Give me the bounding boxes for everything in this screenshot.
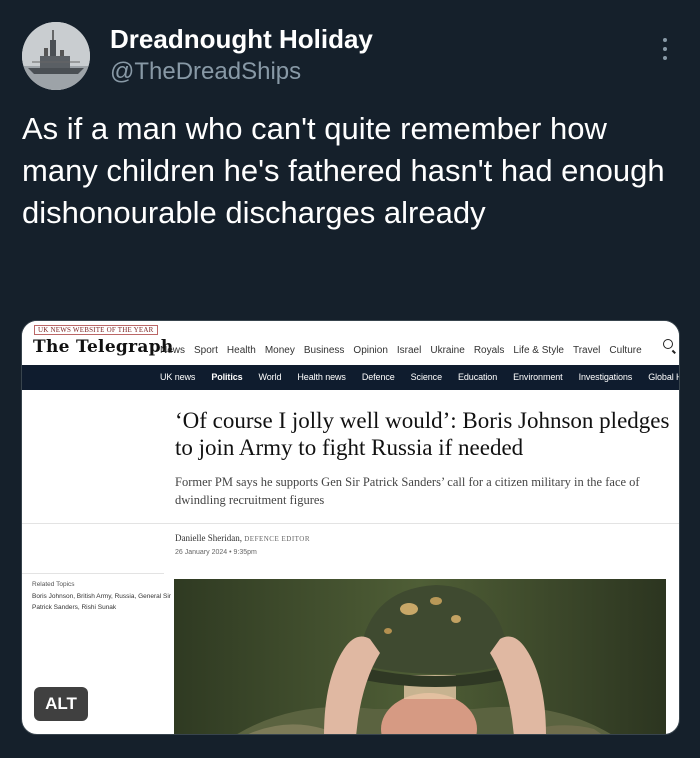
tweet-header: Dreadnought Holiday @TheDreadShips: [22, 20, 678, 92]
top-nav-item: Money: [264, 345, 295, 356]
tweet-text: As if a man who can't quite remember how…: [22, 111, 665, 230]
related-topics-title: Related Topics: [32, 581, 75, 588]
telegraph-masthead: The Telegraph: [33, 337, 174, 357]
top-nav-item: Culture: [609, 345, 642, 356]
sub-nav-item: Global Health Sec: [648, 372, 679, 382]
top-nav-item: Opinion: [353, 345, 388, 356]
top-nav-item: Business: [303, 345, 345, 356]
telegraph-top-nav: News Sport Health Money Business Opinion…: [160, 345, 642, 356]
telegraph-header: UK NEWS WEBSITE OF THE YEAR The Telegrap…: [22, 321, 679, 365]
sub-nav-item: World: [258, 372, 282, 382]
article-headline: ‘Of course I jolly well would’: Boris Jo…: [175, 408, 670, 460]
search-icon: [663, 339, 673, 349]
author-role: Defence Editor: [244, 535, 311, 543]
divider: [22, 573, 164, 574]
top-nav-item: Sport: [194, 345, 218, 356]
article-date: 26 January 2024 • 9:35pm: [175, 549, 257, 556]
soldier-helmet-photo: [174, 579, 666, 734]
top-nav-item: Ukraine: [430, 345, 465, 356]
related-topics-list: Boris Johnson, British Army, Russia, Gen…: [32, 593, 171, 611]
sub-nav-item: Defence: [361, 372, 395, 382]
divider: [22, 523, 679, 524]
related-topics: Related Topics Boris Johnson, British Ar…: [32, 579, 172, 613]
attached-image-card[interactable]: UK NEWS WEBSITE OF THE YEAR The Telegrap…: [21, 320, 680, 735]
user-handle[interactable]: @TheDreadShips: [110, 58, 301, 86]
sub-nav-item: UK news: [160, 372, 196, 382]
top-nav-item: Life & Style: [513, 345, 564, 356]
display-name[interactable]: Dreadnought Holiday: [110, 24, 373, 55]
article-author: Danielle Sheridan, Defence Editor: [175, 533, 310, 543]
sub-nav-item-active: Politics: [211, 372, 243, 382]
top-nav-item: Health: [226, 345, 256, 356]
sub-nav-item: Environment: [513, 372, 563, 382]
avatar[interactable]: [22, 22, 90, 90]
top-nav-item: News: [160, 345, 186, 356]
top-nav-item: Israel: [396, 345, 422, 356]
telegraph-sub-nav: UK news Politics World Health news Defen…: [22, 365, 679, 390]
award-banner: UK NEWS WEBSITE OF THE YEAR: [34, 325, 158, 335]
author-name: Danielle Sheridan,: [175, 533, 242, 543]
alt-text-badge[interactable]: ALT: [34, 687, 88, 721]
sub-nav-item: Investigations: [578, 372, 633, 382]
article-standfirst: Former PM says he supports Gen Sir Patri…: [175, 475, 640, 507]
top-nav-item: Royals: [473, 345, 505, 356]
battleship-avatar-image: [22, 22, 90, 90]
sub-nav-item: Science: [410, 372, 442, 382]
top-nav-item: Travel: [572, 345, 601, 356]
more-options-icon[interactable]: [662, 38, 668, 64]
sub-nav-item: Health news: [297, 372, 346, 382]
sub-nav-item: Education: [457, 372, 498, 382]
article-photo: [174, 579, 666, 734]
